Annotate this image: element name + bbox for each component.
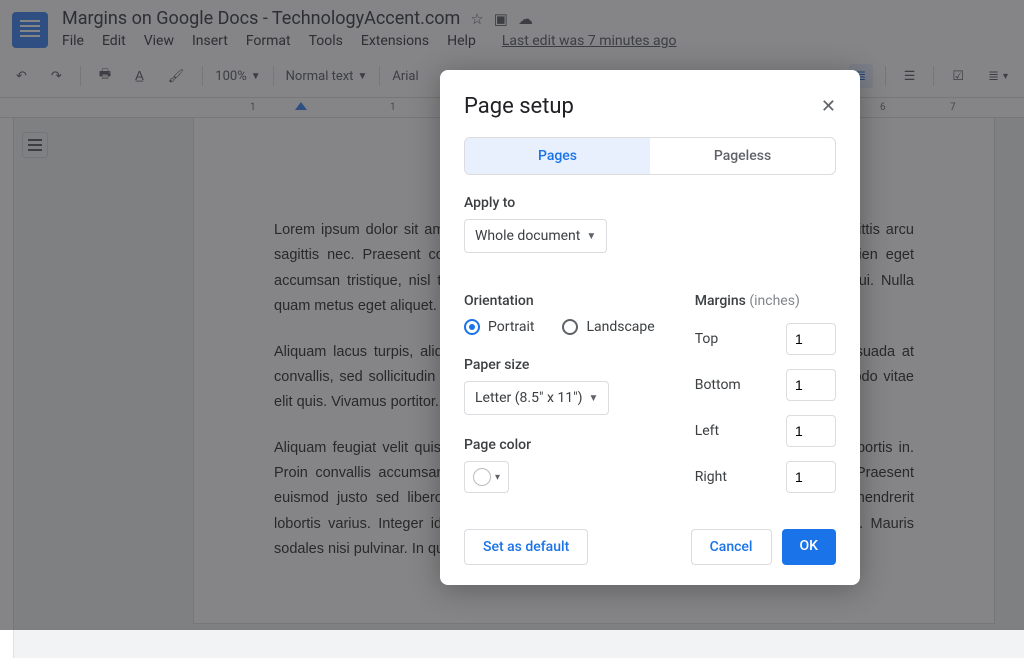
orientation-portrait-radio[interactable]: Portrait: [464, 319, 534, 335]
dialog-title: Page setup: [464, 94, 574, 119]
tab-pageless[interactable]: Pageless: [650, 138, 835, 174]
margin-left-label: Left: [695, 423, 719, 439]
margin-bottom-input[interactable]: [786, 369, 836, 401]
margin-top-label: Top: [695, 331, 719, 347]
tab-pages[interactable]: Pages: [465, 138, 650, 174]
margin-left-input[interactable]: [786, 415, 836, 447]
orientation-label: Orientation: [464, 293, 655, 309]
orientation-landscape-radio[interactable]: Landscape: [562, 319, 654, 335]
page-color-select[interactable]: ▾: [464, 461, 509, 493]
page-setup-dialog: Page setup ✕ Pages Pageless Apply to Who…: [440, 70, 860, 585]
page-color-label: Page color: [464, 437, 655, 453]
margins-label: Margins (inches): [695, 293, 836, 309]
ok-button[interactable]: OK: [782, 529, 837, 565]
margin-top-input[interactable]: [786, 323, 836, 355]
color-swatch-icon: [473, 468, 491, 486]
radio-checked-icon: [464, 319, 480, 335]
cancel-button[interactable]: Cancel: [691, 529, 772, 565]
margin-right-input[interactable]: [786, 461, 836, 493]
margin-right-label: Right: [695, 469, 727, 485]
radio-unchecked-icon: [562, 319, 578, 335]
paper-size-select[interactable]: Letter (8.5" x 11")▼: [464, 381, 609, 415]
set-as-default-button[interactable]: Set as default: [464, 529, 588, 565]
apply-to-select[interactable]: Whole document▼: [464, 219, 607, 253]
apply-to-label: Apply to: [464, 195, 836, 211]
close-icon[interactable]: ✕: [821, 96, 836, 117]
dialog-tabs: Pages Pageless: [464, 137, 836, 175]
margin-bottom-label: Bottom: [695, 377, 741, 393]
paper-size-label: Paper size: [464, 357, 655, 373]
